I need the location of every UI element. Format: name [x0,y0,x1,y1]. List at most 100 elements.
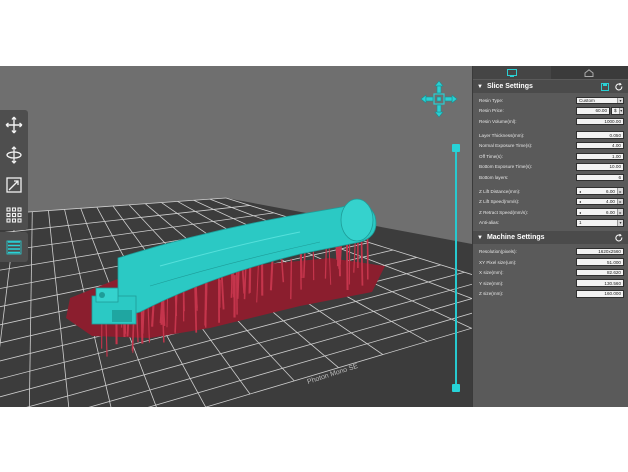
rotate-button[interactable] [0,140,28,170]
scale-button[interactable] [0,170,28,200]
move-button[interactable] [0,110,28,140]
support-pillar [290,258,293,300]
monitor-icon [506,68,517,77]
off-time-row: Off Time(s): 1.00 [479,151,624,162]
xy-pixel-input[interactable]: 51.000 [576,258,624,266]
anti-alias-select[interactable]: 1 ▾ [576,219,624,227]
collapse-icon: ▼ [477,83,483,90]
slice-settings-rows: Resin Type: Custom ▾ Resin Price: 60.00 $… [473,93,628,228]
off-time-label: Off Time(s): [479,153,503,159]
layer-thickness-row: Layer Thickness(mm): 0.050 [479,130,624,141]
z-lift-speed-row: Z Lift Speed(mm/s): ◂ 4.00 ▸ [479,196,624,207]
x-size-value: 82.620 [606,270,621,276]
machine-settings-title: Machine Settings [486,234,545,242]
arrange-button[interactable] [0,200,28,230]
bottom-exposure-label: Bottom Exposure Time(s): [479,164,533,170]
layer-thickness-label: Layer Thickness(mm): [479,132,525,138]
tab-machine[interactable] [551,66,628,79]
slice-settings-header[interactable]: ▼ Slice Settings [473,80,628,93]
z-retract-speed-row: Z Retract Speed(mm/s): ◂ 6.00 ▸ [479,207,624,218]
home-icon [584,68,594,77]
resin-volume-row: Resin Volume(ml): 1000.00 [479,116,624,127]
resin-price-input[interactable]: 60.00 [576,107,610,115]
layers-button[interactable] [0,232,28,262]
z-retract-speed-label: Z Retract Speed(mm/s): [479,209,529,215]
bottom-layers-value: 6 [618,174,621,180]
bottom-layers-input[interactable]: 6 [576,173,624,182]
panel-tabs [473,66,628,79]
3d-viewport[interactable]: Photon Mono SE [0,66,472,407]
z-lift-speed-stepper[interactable]: ◂ 4.00 ▸ [576,197,624,206]
machine-settings-header[interactable]: ▼ Machine Settings [473,231,628,245]
x-size-input[interactable]: 82.620 [576,268,624,277]
z-size-input[interactable]: 160.000 [576,290,624,298]
resolution-input[interactable]: 1620x2560 [576,247,624,256]
z-size-label: Z size(mm): [479,291,504,297]
layer-slider[interactable] [450,144,462,392]
z-size-row: Z size(mm): 160.000 [479,289,624,300]
resin-volume-input[interactable]: 1000.00 [576,117,624,126]
y-size-value: 130.560 [604,280,621,286]
build-plate-scene[interactable]: Photon Mono SE [0,66,472,407]
resin-price-group: 60.00 $ ▾ [576,107,624,115]
machine-settings-rows: Resolution(pixels): 1620x2560 XY Pixel s… [473,244,628,299]
off-time-input[interactable]: 1.00 [576,152,624,161]
tab-slice[interactable] [473,66,551,79]
increment-icon[interactable]: ▸ [617,209,623,215]
normal-exposure-value: 4.00 [612,143,621,149]
y-size-row: Y size(mm): 130.560 [479,278,624,289]
increment-icon[interactable]: ▸ [617,188,623,194]
xy-pixel-label: XY Pixel size(um): [479,259,517,265]
z-retract-speed-stepper[interactable]: ◂ 6.00 ▸ [576,208,624,216]
dropdown-arrow-icon: ▾ [617,220,623,226]
layer-slider-bottom-handle[interactable] [452,384,460,392]
save-settings-button[interactable] [600,82,610,92]
resin-price-label: Resin Price: [479,108,504,114]
refresh-icon [615,233,623,242]
scale-icon [6,177,22,193]
resolution-label: Resolution(pixels): [479,248,517,254]
resin-price-row: Resin Price: 60.00 $ ▾ [479,106,624,117]
save-icon [601,82,609,91]
settings-panel: ▼ Slice Settings Resin Type: Custom ▾ Res… [472,66,628,407]
z-lift-speed-value: 4.00 [606,199,615,205]
z-lift-distance-value: 6.00 [606,188,615,194]
refresh-icon [615,82,623,90]
anti-alias-label: Anti-alias: [479,220,500,226]
x-size-row: X size(mm): 82.620 [479,267,624,278]
bottom-exposure-input[interactable]: 10.00 [576,163,624,171]
view-cube[interactable] [420,80,458,118]
layer-thickness-value: 0.050 [609,132,622,138]
normal-exposure-label: Normal Exposure Time(s): [479,143,533,149]
rotate-icon [6,146,22,164]
y-size-input[interactable]: 130.560 [576,279,624,287]
resin-type-select[interactable]: Custom ▾ [576,96,624,105]
resin-volume-label: Resin Volume(ml): [479,118,517,124]
resin-type-row: Resin Type: Custom ▾ [479,95,624,106]
y-size-label: Y size(mm): [479,280,504,286]
z-lift-distance-stepper[interactable]: ◂ 6.00 ▸ [576,187,624,195]
reset-settings-button[interactable] [614,82,624,92]
resolution-row: Resolution(pixels): 1620x2560 [479,246,624,257]
reset-machine-button[interactable] [614,233,624,243]
support-pillar [345,238,349,290]
bottom-exposure-value: 10.00 [609,164,622,170]
z-lift-distance-row: Z Lift Distance(mm): ◂ 6.00 ▸ [479,186,624,197]
move-icon [5,116,23,134]
dropdown-arrow-icon: ▾ [618,108,623,114]
collapse-icon: ▼ [477,234,483,241]
bottom-exposure-row: Bottom Exposure Time(s): 10.00 [479,162,624,173]
arrange-grid-icon [6,207,22,223]
support-pillar [360,237,364,286]
layer-thickness-input[interactable]: 0.050 [576,131,624,139]
normal-exposure-row: Normal Exposure Time(s): 4.00 [479,140,624,151]
currency-select[interactable]: $ ▾ [611,107,624,115]
z-lift-speed-label: Z Lift Speed(mm/s): [479,199,520,205]
increment-icon[interactable]: ▸ [617,198,623,205]
z-size-value: 160.000 [604,291,621,297]
resolution-value: 1620x2560 [598,248,621,254]
anti-alias-row: Anti-alias: 1 ▾ [479,218,624,229]
normal-exposure-input[interactable]: 4.00 [576,141,624,150]
app-window: Photon Mono SE ▼ Slice Settings Resin Ty… [0,66,628,407]
layer-slider-top-handle[interactable] [452,144,460,152]
